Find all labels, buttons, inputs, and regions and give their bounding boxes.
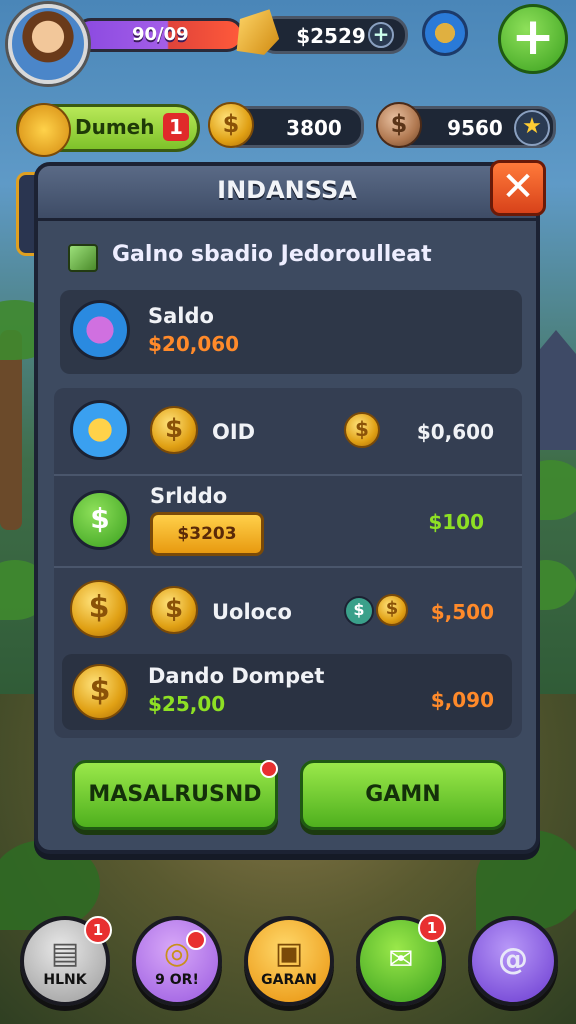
coin-icon: $: [344, 412, 380, 448]
nav-badge: 1: [84, 916, 112, 944]
gold-coin-icon: $: [208, 102, 254, 148]
ticket-icon: [70, 400, 130, 460]
coin-icon: $: [150, 406, 198, 454]
box-icon: [68, 244, 98, 272]
nav-garan[interactable]: ▣ GARAN: [244, 916, 334, 1006]
list-item-label: Dando Dompet: [148, 664, 325, 688]
divider: [54, 566, 522, 568]
star-icon[interactable]: ★: [514, 110, 550, 146]
nav-target[interactable]: ◎ 9 OR!: [132, 916, 222, 1006]
balance-value: $20,060: [148, 332, 240, 356]
message-icon: ✉: [388, 942, 414, 977]
list-item-label: Uoloco: [212, 600, 292, 624]
add-button[interactable]: +: [498, 4, 568, 74]
card-icon: ▣: [274, 936, 304, 971]
divider: [54, 474, 522, 476]
right-action-button[interactable]: GAMN: [300, 760, 506, 830]
list-item-subvalue: $25,00: [148, 692, 226, 716]
nav-badge: 1: [418, 914, 446, 942]
gem-icon: [70, 300, 130, 360]
nav-swirl[interactable]: @: [468, 916, 558, 1006]
xp-value: 90/09: [132, 24, 189, 45]
price-button[interactable]: $3203: [150, 512, 264, 556]
dumeh-label: Dumeh: [75, 115, 155, 139]
list-item-label: OID: [212, 420, 256, 444]
add-gems-button[interactable]: +: [368, 22, 394, 48]
silver-value: 9560: [447, 116, 503, 140]
notification-dot: [260, 760, 278, 778]
coin-icon: $: [376, 594, 408, 626]
list-item-value: $,500: [430, 600, 494, 624]
player-avatar[interactable]: [8, 4, 88, 84]
dumeh-button[interactable]: Dumeh 1: [16, 103, 200, 157]
bronze-coin-icon: $: [376, 102, 422, 148]
balance-label: Saldo: [148, 304, 214, 328]
left-action-button[interactable]: MASALRUSND: [72, 760, 278, 830]
shield-icon[interactable]: [422, 10, 468, 56]
chest-icon: [17, 103, 71, 157]
dollar-icon: $: [70, 490, 130, 550]
coin-icon: $: [70, 580, 128, 638]
list-item-value: $100: [428, 510, 484, 534]
dumeh-badge: 1: [163, 113, 189, 141]
dialog-title: INDANSSA: [217, 176, 357, 204]
list-item-label: Srlddo: [150, 484, 228, 508]
notification-dot: [186, 930, 206, 950]
dialog-subtitle: Galno sbadio Jedoroulleat: [112, 242, 432, 267]
nav-label: 9 OR!: [155, 972, 199, 988]
gold-value: 3800: [286, 116, 342, 140]
close-button[interactable]: ✕: [490, 160, 546, 216]
token-icon: $: [344, 596, 374, 626]
list-item-value: $,090: [430, 688, 494, 712]
tree-trunk: [0, 330, 22, 530]
nav-label: HLNK: [43, 972, 87, 988]
dialog-titlebar: INDANSSA: [38, 166, 536, 221]
gems-value: $2529: [296, 24, 366, 48]
coin-icon: $: [150, 586, 198, 634]
coin-icon: $: [72, 664, 128, 720]
nav-label: GARAN: [261, 972, 317, 988]
swirl-icon: @: [498, 942, 528, 977]
list-item-value: $0,600: [416, 420, 494, 444]
